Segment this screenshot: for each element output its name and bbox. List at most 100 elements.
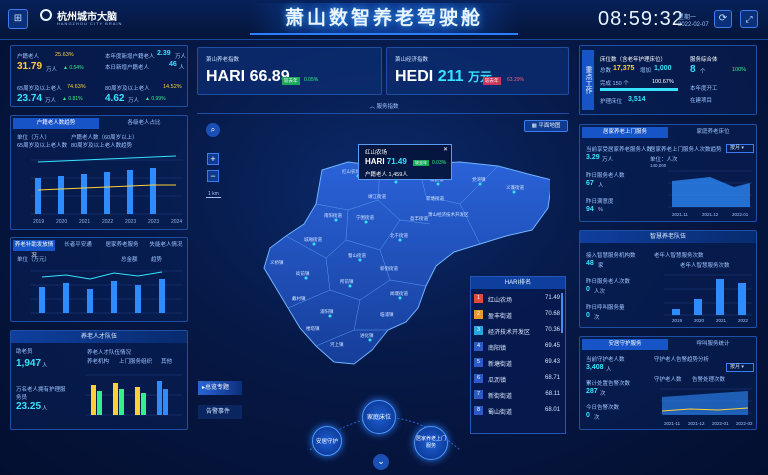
stat-label: 80周岁及以上老人: [105, 86, 150, 92]
date: 2022-02-07: [678, 22, 709, 28]
index-code: HEDI: [395, 68, 434, 85]
service-index-toggle[interactable]: ︿ 服务指数: [340, 102, 428, 112]
stat-pct: 74.63%: [67, 84, 86, 90]
talent-label: 助老员: [16, 349, 33, 355]
alarm-events-button[interactable]: 告警事件: [198, 405, 242, 419]
tab-home-service[interactable]: 居家养老上门服务: [582, 127, 668, 138]
svg-text:2020: 2020: [56, 219, 67, 225]
safe-guard-button[interactable]: 安居守护: [312, 426, 342, 456]
smart-label: 接入智慧服务机构数: [586, 253, 636, 259]
period-select[interactable]: 按月 ▾: [726, 144, 754, 153]
elderly-stats-panel: 户籍老人 25.63% 31.79 万人 ▲ 0.54% 本年度新增户籍老人 2…: [10, 45, 188, 107]
overview-topic-button[interactable]: ▸总览专题: [198, 381, 242, 395]
beds-label: 总数: [600, 68, 612, 74]
svg-text:2024: 2024: [171, 219, 182, 225]
svg-text:2023: 2023: [125, 219, 136, 225]
ranking-row[interactable]: 6 瓜沥镇 68.71: [474, 373, 562, 385]
rank-name: 蜀山街道: [488, 410, 513, 416]
ranking-row[interactable]: 7 新街街道 68.11: [474, 389, 562, 401]
tooltip-code: HARI: [365, 157, 385, 166]
service-unit: 万人: [602, 157, 614, 163]
logo-subtext: HANGZHOU CITY BRAIN: [57, 21, 123, 26]
tooltip-close-button[interactable]: ✕: [443, 146, 448, 153]
tab-elderly-trend[interactable]: 户籍老人数趋势: [13, 118, 99, 129]
map-label: 靖江街道: [368, 193, 386, 200]
tab-home-care[interactable]: 居家养老服务: [101, 240, 143, 251]
period-select[interactable]: 按月 ▾: [726, 363, 754, 372]
home-service-button[interactable]: 居家养老上门服务: [414, 426, 448, 460]
ranking-scrollbar[interactable]: [561, 293, 563, 333]
ranking-row[interactable]: 8 蜀山街道 68.01: [474, 405, 562, 417]
tab-disabled[interactable]: 失能老人情况: [145, 240, 187, 251]
search-button[interactable]: ⌕: [206, 123, 220, 137]
stat-unit: 人: [179, 65, 185, 71]
rank-value: 68.71: [544, 375, 560, 381]
talent-unit: 人: [42, 406, 48, 412]
tab-elderly-ratio[interactable]: 各级老人占比: [101, 118, 187, 129]
legend-item: 总金额: [121, 257, 138, 263]
tab-subsidy[interactable]: 养老补助发放情况: [13, 240, 55, 259]
chart-title: 守护老人告警趋势分析: [654, 357, 710, 363]
tab-safe-call[interactable]: 长者平安通: [57, 240, 99, 251]
service-label: 当前享受居家养老服务人数: [586, 147, 653, 153]
zoom-in-button[interactable]: +: [207, 153, 219, 165]
hedi-value-wrap: HEDI 211 万元: [395, 68, 492, 86]
expand-down-button[interactable]: ⌄: [373, 454, 389, 470]
hedi-card[interactable]: 萧山经济指数 HEDI 211 万元 较去年 63.29%: [386, 47, 569, 95]
rank-number: 1: [474, 294, 483, 303]
rank-name: 瓜沥镇: [488, 378, 507, 384]
map-scale: 1 km: [206, 191, 221, 198]
ranking-row[interactable]: 2 盈丰街道 70.68: [474, 309, 562, 321]
ranking-row[interactable]: 1 红山农场 71.49: [474, 293, 562, 305]
elderly-trend-chart: 2019 2020 2021 2022 2023 2023 2024: [31, 155, 183, 225]
svg-text:2019: 2019: [33, 219, 44, 225]
map-label: 所前镇: [340, 278, 354, 285]
ranking-row[interactable]: 5 新塘街道 69.43: [474, 357, 562, 369]
tab-family-bed[interactable]: 家庭养老床位: [670, 127, 756, 138]
refresh-button[interactable]: ⟳: [714, 10, 732, 28]
x-tick: 2020: [694, 318, 705, 323]
rank-number: 6: [474, 374, 483, 383]
beds-pct: 100.67%: [652, 79, 674, 85]
service-value: 67: [586, 180, 594, 187]
rank-value: 68.01: [544, 407, 560, 413]
chevron-down-icon: ▾: [741, 364, 744, 370]
fullscreen-button[interactable]: ⤢: [740, 10, 758, 28]
stat-trend: ▲ 0.81%: [62, 96, 83, 102]
tab-call-stats[interactable]: 呼叫服务统计: [670, 339, 756, 350]
compare-badge: 较去年: [413, 160, 429, 166]
rank-value: 69.43: [544, 359, 560, 365]
grid-icon: ⊞: [13, 13, 23, 24]
panel-title: 智慧养老队伍: [580, 231, 756, 243]
map-label: 南阳街道: [324, 212, 342, 219]
index-trend: 0.05%: [304, 77, 319, 83]
home-bed-button[interactable]: 家庭床位: [362, 400, 396, 434]
map-label: 北干街道: [390, 232, 408, 239]
stat-label: 户籍老人: [17, 54, 40, 60]
guard-label: 今日告警次数: [586, 405, 620, 411]
ranking-row[interactable]: 4 南阳镇 69.45: [474, 341, 562, 353]
beds-progress-fill: [600, 88, 678, 91]
stat-pct: 14.52%: [163, 84, 182, 90]
back-button[interactable]: ⊞: [8, 9, 28, 29]
home-service-label: 居家养老上门服务: [415, 436, 446, 449]
rank-value: 69.45: [544, 343, 560, 349]
legend-item: 80周岁及以上老人数趋势: [71, 143, 133, 149]
service-value: 3.29: [586, 154, 600, 161]
tab-guard-service[interactable]: 安居守护服务: [582, 339, 668, 350]
subsidy-chart: [31, 270, 183, 314]
rank-value: 70.36: [544, 327, 560, 333]
flat-map-button[interactable]: ▦ 平面地图: [524, 120, 568, 132]
ranking-row[interactable]: 3 经济技术开发区 70.36: [474, 325, 562, 337]
legend-item: 趋势: [151, 257, 163, 263]
panel-title: 养老人才队伍: [11, 331, 187, 343]
map-label: 新街街道: [380, 265, 398, 272]
stat-label: 本年度新增户籍老人: [105, 54, 155, 60]
smart-unit: 家: [598, 263, 604, 269]
ranking-title: HARI排名: [471, 277, 565, 289]
guard-unit: 次: [600, 391, 606, 397]
service-unit: %: [598, 207, 603, 213]
stat-unit: 万人: [46, 67, 58, 73]
zoom-out-button[interactable]: −: [207, 170, 219, 182]
hari-card[interactable]: 萧山养老指数 HARI 66.89 较去年 0.05%: [197, 47, 382, 95]
